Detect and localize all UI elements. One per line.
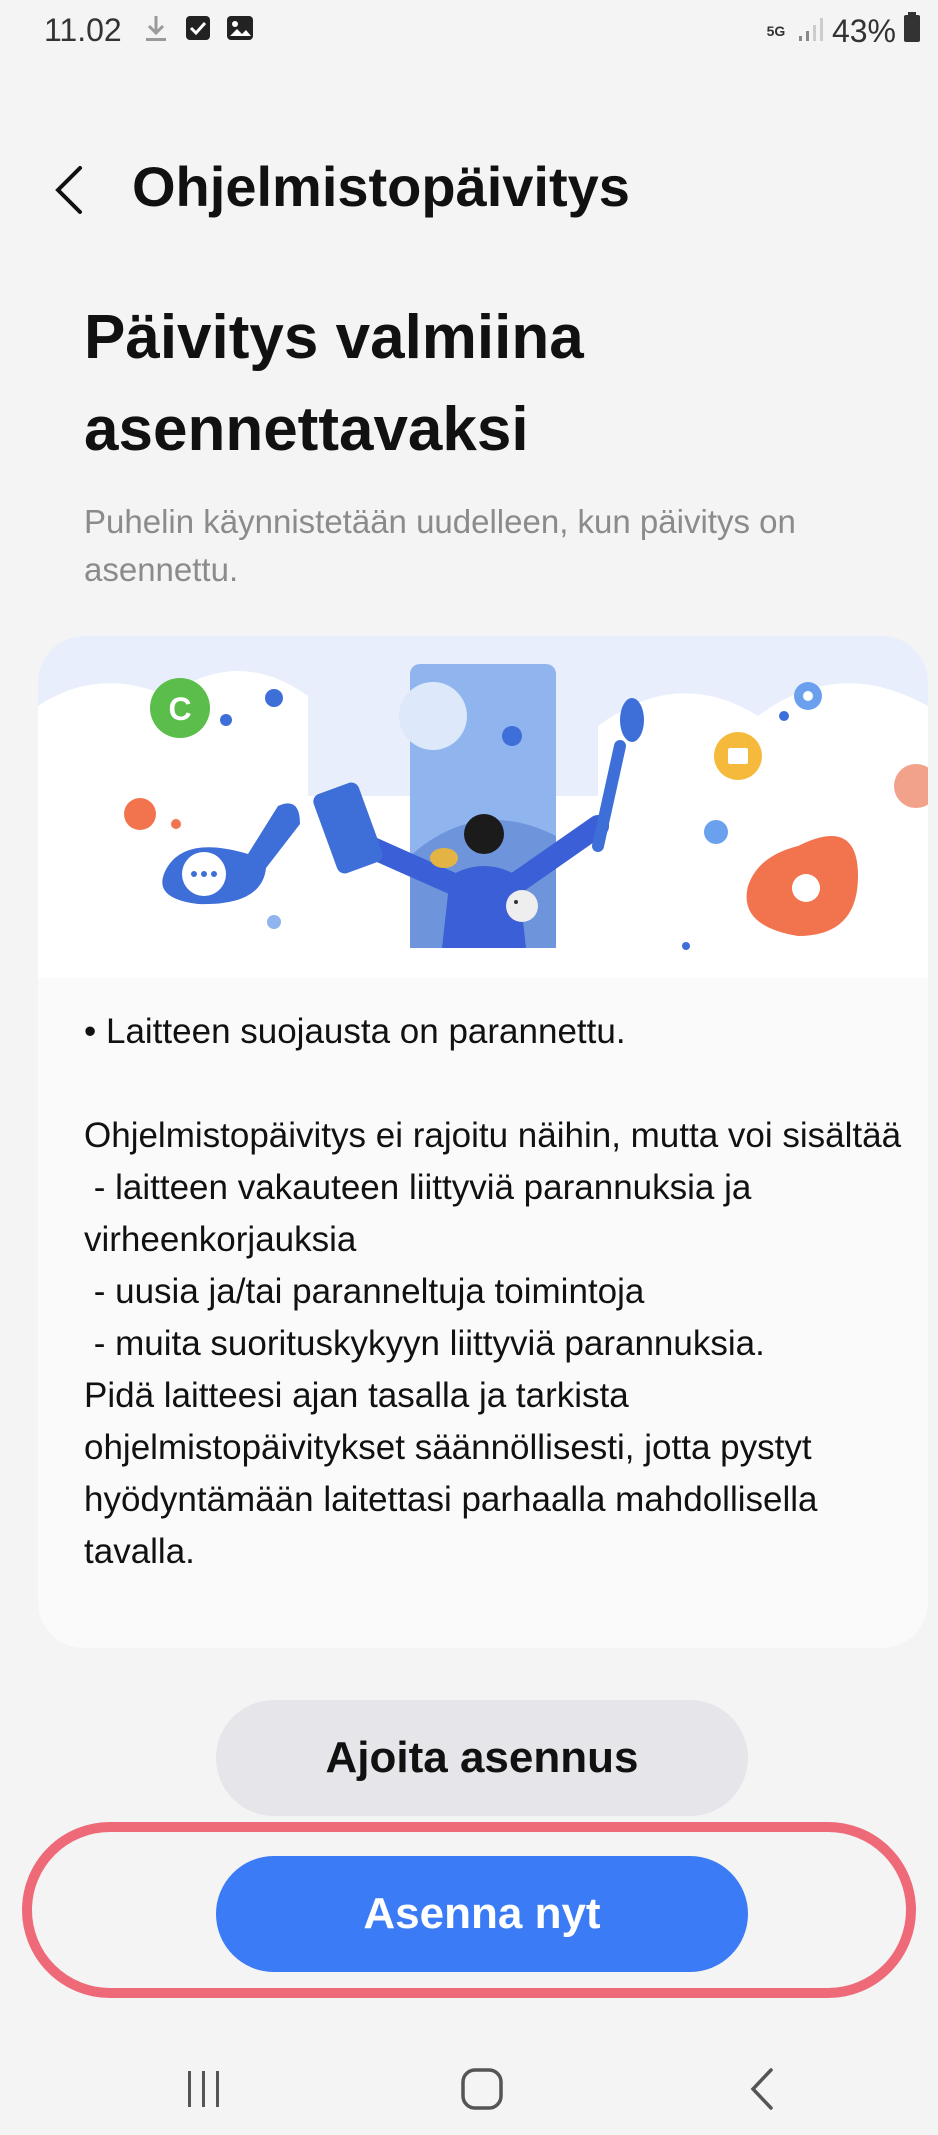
recent-apps-icon (188, 2071, 219, 2107)
list-item: - muita suorituskykyyn liittyviä parannu… (84, 1324, 765, 1363)
battery-icon (904, 12, 920, 50)
navigation-bar (0, 2040, 938, 2135)
install-now-button[interactable]: Asenna nyt (216, 1856, 748, 1972)
back-button[interactable] (44, 158, 92, 222)
checkbox-icon (184, 14, 212, 42)
network-badge: 5G (766, 23, 786, 39)
signal-icon (798, 13, 824, 50)
status-time: 11.02 (44, 12, 122, 48)
status-bar: 11.02 5G 43% (0, 0, 938, 66)
list-item: - laitteen vakauteen liittyviä parannuks… (84, 1168, 762, 1259)
notification-icons (142, 14, 254, 42)
update-subtitle: Puhelin käynnistetään uudelleen, kun päi… (84, 503, 796, 588)
nav-back-button[interactable] (722, 2054, 802, 2124)
schedule-install-button[interactable]: Ajoita asennus (216, 1700, 748, 1816)
security-note: • Laitteen suojausta on parannettu. (84, 1012, 626, 1051)
status-right: 5G 43% (762, 12, 920, 50)
back-icon (750, 2068, 773, 2110)
home-icon (461, 2068, 503, 2110)
recent-apps-button[interactable] (164, 2054, 244, 2124)
download-icon (142, 14, 170, 42)
notes-closing: Pidä laitteesi ajan tasalla ja tarkista … (84, 1376, 828, 1571)
update-details-card: C • Laitteen suojausta on parannettu. Oh… (38, 636, 928, 1648)
battery-percent: 43% (831, 12, 896, 49)
gallery-icon (226, 14, 254, 42)
back-arrow-icon (55, 166, 82, 214)
update-title: Päivitys valmiina asennettavaksi (84, 303, 584, 464)
app-header: Ohjelmistopäivitys (0, 140, 938, 236)
list-item: - uusia ja/tai paranneltuja toimintoja (84, 1272, 645, 1311)
update-illustration: C (38, 636, 928, 978)
home-button[interactable] (442, 2054, 522, 2124)
page-title: Ohjelmistopäivitys (132, 155, 630, 218)
svg-text:C: C (168, 691, 191, 727)
release-notes: • Laitteen suojausta on parannettu. Ohje… (84, 1006, 904, 1578)
notes-intro: Ohjelmistopäivitys ei rajoitu näihin, mu… (84, 1116, 902, 1155)
